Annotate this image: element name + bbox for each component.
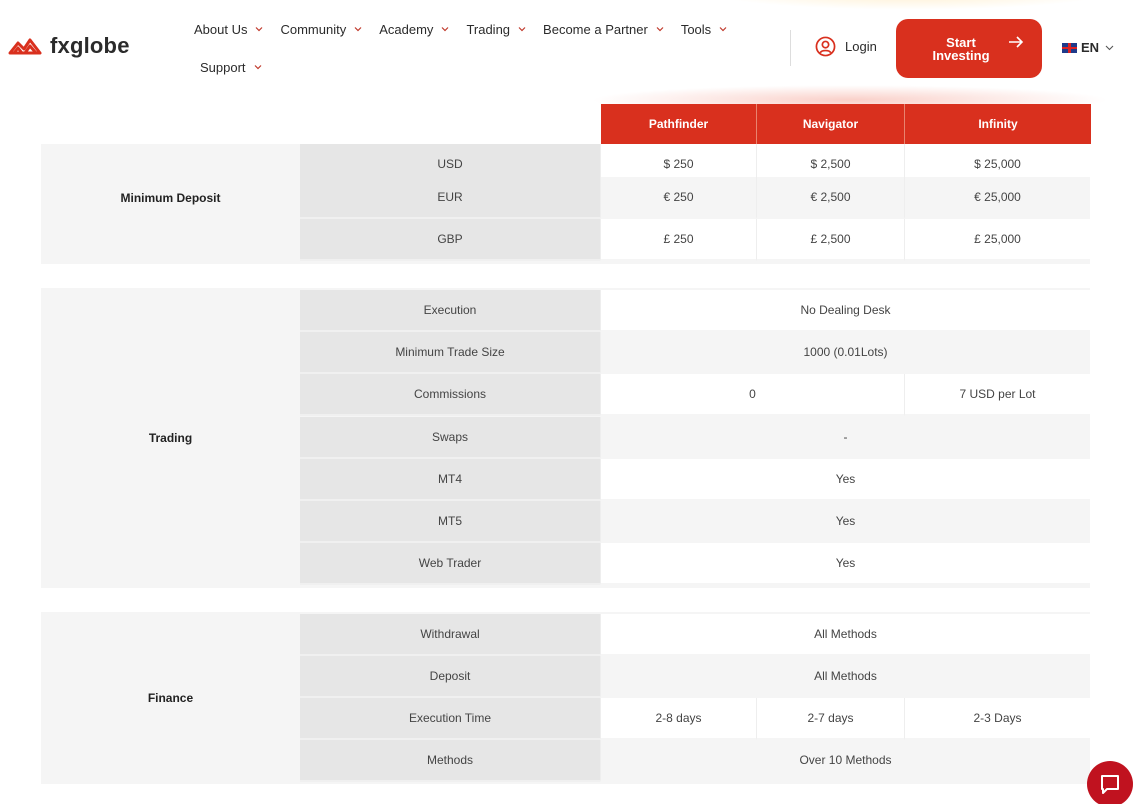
language-selector[interactable]: EN [1062,40,1114,55]
nav-label: Community [280,21,347,37]
arrow-right-icon [1009,36,1024,48]
table-cell: € 2,500 [756,177,904,219]
table-cell: All Methods [600,614,1090,656]
chat-bubble-icon [1101,775,1119,794]
user-icon [815,36,836,57]
nav-label: Support [200,59,246,75]
table-cell: No Dealing Desk [600,290,1090,332]
table-cell: 2-7 days [756,698,904,740]
main-nav: About Us Community Academy Trading Becom… [194,18,754,94]
nav-label: Tools [680,21,712,37]
uk-flag-icon [1062,42,1077,53]
table-row: Execution Time 2-8 days 2-7 days 2-3 Day… [300,698,1090,740]
row-label: Commissions [300,374,600,416]
start-investing-label: Investing [932,47,990,63]
table-cell: 2-8 days [600,698,756,740]
row-label: Methods [300,740,600,782]
chevron-down-icon [719,27,727,32]
chevron-down-icon [518,27,526,32]
nav-label: Become a Partner [543,21,648,37]
mountain-logo-icon [8,38,42,55]
chevron-down-icon [354,27,362,32]
row-label: MT4 [300,459,600,501]
decorative-glow [700,0,1120,10]
table-row: EUR € 250 € 2,500 € 25,000 [300,177,1090,219]
nav-label: Academy [379,21,434,37]
nav-about-us[interactable]: About Us [194,22,263,37]
table-cell: 0 [600,374,904,416]
row-label: Execution [300,290,600,332]
chevron-down-icon [256,27,263,32]
chevron-down-icon [1105,45,1114,51]
nav-become-a-partner[interactable]: Become a Partner [543,22,664,37]
table-row: MT4 Yes [300,459,1090,501]
table-cell: Yes [600,543,1090,585]
column-header-pathfinder: Pathfinder [601,104,757,144]
table-row: Execution No Dealing Desk [300,290,1090,332]
table-row: MT5 Yes [300,501,1090,543]
column-header-infinity: Infinity [905,104,1091,144]
table-row: Minimum Trade Size 1000 (0.01Lots) [300,332,1090,374]
row-label: EUR [300,177,600,219]
row-label: Withdrawal [300,614,600,656]
nav-trading[interactable]: Trading [466,22,526,37]
nav-academy[interactable]: Academy [379,22,449,37]
table-cell: Over 10 Methods [600,740,1090,782]
section-trading: Trading Execution No Dealing Desk Minimu… [41,288,1090,588]
table-cell: 1000 (0.01Lots) [600,332,1090,374]
nav-label: About Us [194,21,248,37]
table-row: Web Trader Yes [300,543,1090,585]
header-divider [790,30,791,66]
category-label: Trading [148,431,193,445]
table-cell: - [600,417,1090,459]
login-label: Login [845,39,877,54]
chat-button[interactable] [1087,761,1133,804]
language-label: EN [1081,40,1100,55]
row-label: MT5 [300,501,600,543]
brand-name: fxglobe [50,33,130,58]
table-cell: 2-3 Days [904,698,1090,740]
site-header: fxglobe About Us Community Academy Tradi… [0,0,1139,115]
table-cell: € 250 [600,177,756,219]
plan-header-row: Pathfinder Navigator Infinity [601,104,1091,144]
chevron-down-icon [254,65,261,70]
table-cell: £ 250 [600,219,756,261]
table-cell: £ 2,500 [756,219,904,261]
table-cell: 7 USD per Lot [904,374,1090,416]
table-cell: £ 25,000 [904,219,1090,261]
brand-logo[interactable]: fxglobe [8,33,130,59]
section-minimum-deposit: Minimum Deposit USD $ 250 $ 2,500 $ 25,0… [41,144,1090,264]
row-label: Swaps [300,417,600,459]
column-header-navigator: Navigator [757,104,905,144]
start-investing-label: Start [946,34,976,50]
table-row: GBP £ 250 £ 2,500 £ 25,000 [300,219,1090,261]
table-row: Commissions 0 7 USD per Lot [300,374,1090,416]
section-finance: Finance Withdrawal All Methods Deposit A… [41,612,1090,784]
row-label: Minimum Trade Size [300,332,600,374]
table-cell: Yes [600,501,1090,543]
row-label: Deposit [300,656,600,698]
nav-community[interactable]: Community [280,22,362,37]
login-link[interactable]: Login [815,36,877,57]
table-cell: All Methods [600,656,1090,698]
table-row: Withdrawal All Methods [300,614,1090,656]
row-label: Execution Time [300,698,600,740]
table-row: Methods Over 10 Methods [300,740,1090,782]
nav-support[interactable]: Support [200,60,262,75]
nav-tools[interactable]: Tools [681,22,727,37]
category-label: Minimum Deposit [120,191,221,205]
chevron-down-icon [656,27,664,32]
chevron-down-icon [442,27,449,32]
table-cell: € 25,000 [904,177,1090,219]
nav-label: Trading [466,21,511,37]
table-row: Swaps - [300,417,1090,459]
start-investing-button[interactable]: Start Investing [896,19,1042,78]
row-label: Web Trader [300,543,600,585]
row-label: GBP [300,219,600,261]
table-row: Deposit All Methods [300,656,1090,698]
table-cell: Yes [600,459,1090,501]
category-label: Finance [147,691,194,705]
